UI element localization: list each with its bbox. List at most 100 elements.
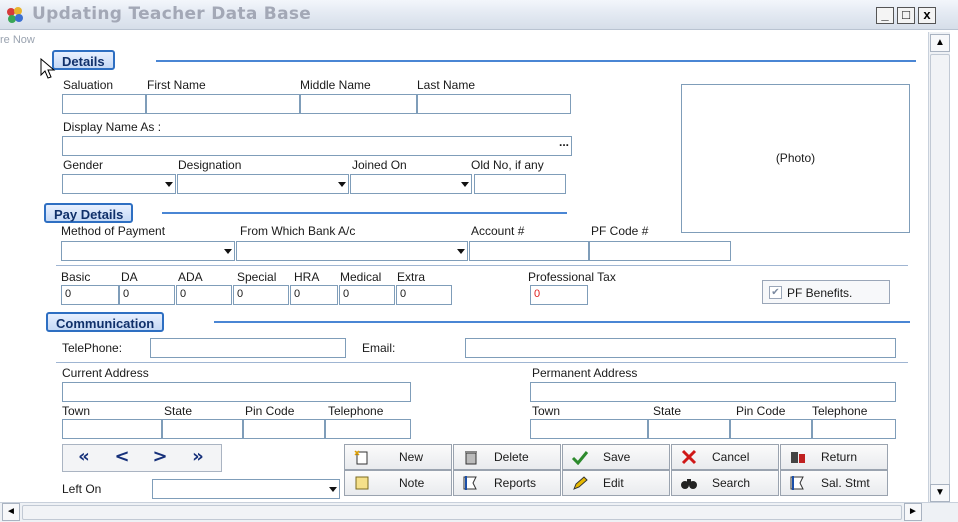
- chevron-down-icon[interactable]: [329, 487, 337, 492]
- bank-account-label: From Which Bank A/c: [240, 224, 356, 238]
- vertical-scrollbar[interactable]: ▲ ▼: [928, 32, 950, 502]
- medical-input[interactable]: 0: [339, 285, 395, 305]
- next-record-button[interactable]: >: [141, 446, 179, 470]
- special-input[interactable]: 0: [233, 285, 289, 305]
- horizontal-scrollbar[interactable]: ◄ ►: [0, 502, 958, 522]
- joined-on-select[interactable]: [350, 174, 472, 194]
- basic-input[interactable]: 0: [61, 285, 119, 305]
- scroll-left-icon[interactable]: ◄: [2, 503, 20, 521]
- email-input[interactable]: [465, 338, 896, 358]
- close-button[interactable]: x: [918, 7, 936, 24]
- scroll-up-icon[interactable]: ▲: [930, 34, 950, 52]
- permanent-address-label: Permanent Address: [532, 366, 638, 380]
- last-record-button[interactable]: »: [179, 446, 217, 470]
- cancel-button[interactable]: Cancel: [671, 444, 779, 470]
- current-address-input[interactable]: [62, 382, 411, 402]
- chevron-down-icon[interactable]: [457, 249, 465, 254]
- joined-on-label: Joined On: [352, 158, 407, 172]
- display-name-ellipsis-button[interactable]: ...: [559, 137, 569, 149]
- professional-tax-input[interactable]: 0: [530, 285, 588, 305]
- gender-label: Gender: [63, 158, 104, 172]
- current-state-label: State: [164, 404, 193, 418]
- pf-benefits-checkbox[interactable]: ✔ PF Benefits.: [762, 280, 890, 304]
- permanent-town-input[interactable]: [530, 419, 648, 439]
- extra-input[interactable]: 0: [396, 285, 452, 305]
- permanent-state-input[interactable]: [648, 419, 730, 439]
- designation-select[interactable]: [177, 174, 349, 194]
- chevron-down-icon[interactable]: [224, 249, 232, 254]
- first-record-button[interactable]: «: [65, 446, 103, 470]
- delete-button[interactable]: Delete: [453, 444, 561, 470]
- scroll-right-icon[interactable]: ►: [904, 503, 922, 521]
- chevron-down-icon[interactable]: [165, 182, 173, 187]
- report-icon: [463, 476, 477, 490]
- extra-label: Extra: [397, 270, 426, 284]
- section-pay-details: Pay Details: [44, 203, 134, 223]
- photo-label: (Photo): [775, 151, 816, 165]
- photo-box[interactable]: (Photo): [681, 84, 910, 233]
- current-address-label: Current Address: [62, 366, 149, 380]
- minimize-button[interactable]: _: [876, 7, 894, 24]
- bank-account-select[interactable]: [236, 241, 468, 261]
- professional-tax-label: Professional Tax: [528, 270, 616, 284]
- reports-label: Reports: [494, 476, 537, 490]
- permanent-telephone-input[interactable]: [812, 419, 896, 439]
- chevron-down-icon[interactable]: [461, 182, 469, 187]
- salary-statement-button[interactable]: Sal. Stmt: [780, 470, 888, 496]
- old-no-input[interactable]: [474, 174, 566, 194]
- note-button[interactable]: Note: [344, 470, 452, 496]
- telephone-label: TelePhone:: [62, 341, 123, 355]
- maximize-button[interactable]: □: [897, 7, 915, 24]
- new-label: New: [399, 450, 424, 464]
- reports-button[interactable]: Reports: [453, 470, 561, 496]
- method-of-payment-select[interactable]: [61, 241, 235, 261]
- scroll-down-icon[interactable]: ▼: [930, 484, 950, 502]
- salutation-input[interactable]: [62, 94, 146, 114]
- checkmark-icon[interactable]: ✔: [769, 286, 782, 299]
- gender-select[interactable]: [62, 174, 176, 194]
- first-name-input[interactable]: [146, 94, 300, 114]
- permanent-pin-code-input[interactable]: [730, 419, 812, 439]
- statement-icon: [790, 476, 804, 490]
- middle-name-input[interactable]: [300, 94, 417, 114]
- hra-input[interactable]: 0: [290, 285, 338, 305]
- new-button[interactable]: New: [344, 444, 452, 470]
- save-button[interactable]: Save: [562, 444, 670, 470]
- display-name-label: Display Name As :: [63, 120, 162, 134]
- telephone-input[interactable]: [150, 338, 346, 358]
- pf-code-label: PF Code #: [591, 224, 649, 238]
- current-state-input[interactable]: [162, 419, 243, 439]
- old-no-label: Old No, if any: [471, 158, 544, 172]
- horizontal-scroll-thumb[interactable]: [22, 505, 902, 520]
- permanent-address-input[interactable]: [530, 382, 896, 402]
- ada-input[interactable]: 0: [176, 285, 232, 305]
- new-document-icon: [354, 450, 368, 465]
- current-telephone-input[interactable]: [325, 419, 411, 439]
- binoculars-icon: [681, 479, 697, 489]
- search-button[interactable]: Search: [671, 470, 779, 496]
- chevron-down-icon[interactable]: [338, 182, 346, 187]
- account-number-input[interactable]: [469, 241, 589, 261]
- return-icon: [791, 452, 805, 463]
- left-on-select[interactable]: [152, 479, 340, 499]
- close-icon: [681, 449, 697, 465]
- last-name-input[interactable]: [417, 94, 571, 114]
- email-label: Email:: [362, 341, 396, 355]
- display-name-input[interactable]: ...: [62, 136, 572, 156]
- current-pin-code-input[interactable]: [243, 419, 325, 439]
- pf-code-input[interactable]: [589, 241, 731, 261]
- first-name-label: First Name: [147, 78, 206, 92]
- section-details: Details: [52, 50, 115, 70]
- special-label: Special: [237, 270, 277, 284]
- return-button[interactable]: Return: [780, 444, 888, 470]
- record-navigator: « < > »: [62, 444, 222, 472]
- edit-button[interactable]: Edit: [562, 470, 670, 496]
- da-input[interactable]: 0: [119, 285, 175, 305]
- last-name-label: Last Name: [417, 78, 476, 92]
- search-label: Search: [712, 476, 751, 490]
- current-town-input[interactable]: [62, 419, 162, 439]
- previous-record-button[interactable]: <: [103, 446, 141, 470]
- vertical-scroll-thumb[interactable]: [930, 54, 950, 494]
- return-label: Return: [821, 450, 858, 464]
- edit-label: Edit: [603, 476, 624, 490]
